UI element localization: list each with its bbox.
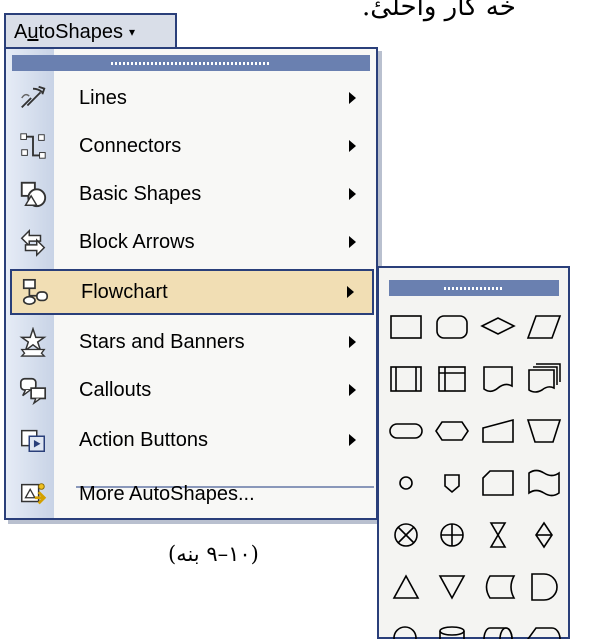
flowchart-alternate-process-icon[interactable] bbox=[431, 300, 473, 352]
flowchart-merge-icon[interactable] bbox=[431, 560, 473, 612]
flowchart-preparation-icon[interactable] bbox=[431, 404, 473, 456]
figure-caption: (۱۰–۹ بنه) bbox=[168, 542, 259, 566]
flowchart-document-icon[interactable] bbox=[477, 352, 519, 404]
flowchart-icon bbox=[15, 272, 55, 312]
more-autoshapes-icon bbox=[13, 474, 53, 514]
flowchart-direct-access-storage-icon[interactable] bbox=[477, 612, 519, 639]
menu-item-lines[interactable]: Lines bbox=[10, 75, 374, 121]
stars-banners-icon bbox=[13, 322, 53, 362]
submenu-arrow-icon bbox=[347, 286, 354, 298]
flowchart-delay-icon[interactable] bbox=[523, 560, 565, 612]
submenu-arrow-icon bbox=[349, 188, 356, 200]
flowchart-data-icon[interactable] bbox=[523, 300, 565, 352]
menu-item-action-buttons[interactable]: Action Buttons bbox=[10, 417, 374, 463]
autoshapes-button-label: AutoShapes bbox=[14, 20, 123, 43]
submenu-arrow-icon bbox=[349, 434, 356, 446]
flowchart-manual-input-icon[interactable] bbox=[477, 404, 519, 456]
flowchart-collate-icon[interactable] bbox=[477, 508, 519, 560]
flowchart-connector-icon[interactable] bbox=[385, 456, 427, 508]
submenu-arrow-icon bbox=[349, 140, 356, 152]
menu-item-connectors[interactable]: Connectors bbox=[10, 123, 374, 169]
flowchart-off-page-connector-icon[interactable] bbox=[431, 456, 473, 508]
lines-icon bbox=[13, 78, 53, 118]
flowchart-internal-storage-icon[interactable] bbox=[431, 352, 473, 404]
flowchart-display-icon[interactable] bbox=[523, 612, 565, 639]
flowchart-palette bbox=[377, 266, 570, 639]
block-arrows-icon bbox=[13, 222, 53, 262]
menu-item-label: Stars and Banners bbox=[79, 330, 245, 353]
connectors-icon bbox=[13, 126, 53, 166]
palette-drag-handle[interactable] bbox=[389, 280, 559, 296]
menu-item-label: Action Buttons bbox=[79, 428, 208, 451]
flowchart-decision-icon[interactable] bbox=[477, 300, 519, 352]
menu-item-basic-shapes[interactable]: Basic Shapes bbox=[10, 171, 374, 217]
menu-drag-handle[interactable] bbox=[12, 55, 370, 71]
flowchart-shape-grid bbox=[385, 300, 565, 639]
menu-item-callouts[interactable]: Callouts bbox=[10, 367, 374, 413]
flowchart-process-icon[interactable] bbox=[385, 300, 427, 352]
menu-item-label: Lines bbox=[79, 86, 127, 109]
chevron-down-icon: ▾ bbox=[128, 25, 136, 39]
submenu-arrow-icon bbox=[349, 92, 356, 104]
autoshapes-menu: Lines Connectors Basic Shapes Block Arro… bbox=[4, 47, 378, 520]
flowchart-multidocument-icon[interactable] bbox=[523, 352, 565, 404]
basic-shapes-icon bbox=[13, 174, 53, 214]
flowchart-sort-icon[interactable] bbox=[523, 508, 565, 560]
flowchart-summing-junction-icon[interactable] bbox=[385, 508, 427, 560]
autoshapes-button[interactable]: AutoShapes ▾ bbox=[4, 13, 177, 49]
flowchart-punched-tape-icon[interactable] bbox=[523, 456, 565, 508]
menu-item-label: Block Arrows bbox=[79, 230, 195, 253]
submenu-arrow-icon bbox=[349, 336, 356, 348]
menu-item-flowchart[interactable]: Flowchart bbox=[10, 269, 374, 315]
flowchart-magnetic-disk-icon[interactable] bbox=[431, 612, 473, 639]
top-arabic-text: خه کار واحلیٔ. bbox=[362, 0, 516, 22]
flowchart-or-icon[interactable] bbox=[431, 508, 473, 560]
flowchart-manual-operation-icon[interactable] bbox=[523, 404, 565, 456]
menu-item-label: Connectors bbox=[79, 134, 182, 157]
flowchart-card-icon[interactable] bbox=[477, 456, 519, 508]
submenu-arrow-icon bbox=[349, 236, 356, 248]
menu-item-label: Callouts bbox=[79, 378, 152, 401]
flowchart-stored-data-icon[interactable] bbox=[477, 560, 519, 612]
submenu-arrow-icon bbox=[349, 384, 356, 396]
flowchart-extract-icon[interactable] bbox=[385, 560, 427, 612]
menu-item-block-arrows[interactable]: Block Arrows bbox=[10, 219, 374, 265]
menu-item-stars-banners[interactable]: Stars and Banners bbox=[10, 319, 374, 365]
menu-item-more-autoshapes[interactable]: More AutoShapes... bbox=[10, 471, 374, 517]
flowchart-predefined-process-icon[interactable] bbox=[385, 352, 427, 404]
flowchart-terminator-icon[interactable] bbox=[385, 404, 427, 456]
action-buttons-icon bbox=[13, 420, 53, 460]
callouts-icon bbox=[13, 370, 53, 410]
menu-item-label: More AutoShapes... bbox=[79, 482, 255, 505]
menu-item-label: Flowchart bbox=[81, 280, 168, 303]
menu-item-label: Basic Shapes bbox=[79, 182, 202, 205]
flowchart-sequential-access-storage-icon[interactable] bbox=[385, 612, 427, 639]
